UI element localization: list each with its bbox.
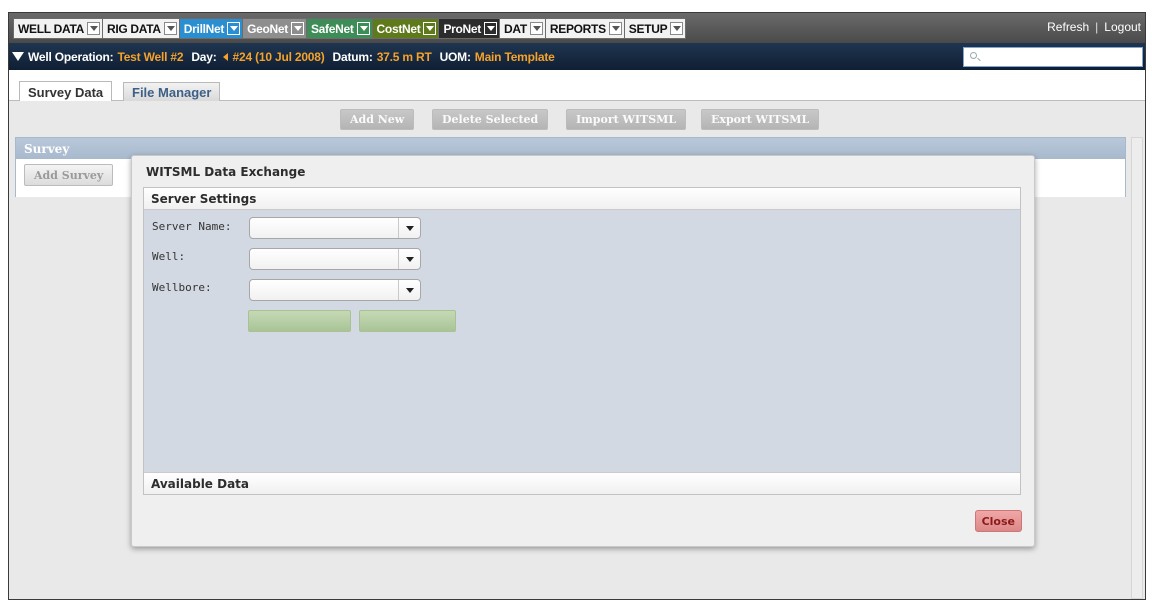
main-menu: WELL DATA RIG DATA DrillNet GeoNet SafeN… [13, 18, 687, 39]
menu-label: DrillNet [183, 21, 225, 36]
search-input[interactable] [963, 47, 1143, 67]
search-icon [970, 52, 977, 59]
chevron-down-icon[interactable] [290, 22, 304, 35]
menu-costnet[interactable]: CostNet [371, 18, 440, 39]
export-witsml-button[interactable]: Export WITSML [701, 109, 820, 130]
menu-label: DAT [504, 21, 527, 36]
well-operation-value[interactable]: Test Well #2 [117, 50, 183, 64]
witsml-data-exchange-dialog: WITSML Data Exchange Server Settings Ser… [131, 155, 1035, 547]
uom-label: UOM: [439, 49, 471, 64]
previous-day-icon[interactable] [222, 52, 228, 61]
chevron-down-icon[interactable] [227, 22, 241, 35]
filter-icon[interactable] [12, 52, 24, 61]
menu-label: GeoNet [247, 21, 288, 36]
chevron-down-icon[interactable] [398, 280, 420, 300]
top-menu-bar: WELL DATA RIG DATA DrillNet GeoNet SafeN… [9, 13, 1145, 43]
menu-well-data[interactable]: WELL DATA [13, 18, 103, 39]
tab-strip: Survey Data File Manager [9, 70, 1145, 103]
well-operation-label: Well Operation: [28, 49, 114, 64]
scroll-down-icon[interactable] [1133, 586, 1141, 596]
chevron-down-icon[interactable] [398, 218, 420, 238]
chevron-down-icon[interactable] [356, 22, 370, 35]
menu-label: SETUP [628, 21, 668, 36]
add-new-button[interactable]: Add New [340, 109, 415, 130]
menu-reports[interactable]: REPORTS [544, 18, 625, 39]
server-action-button-1[interactable] [248, 310, 351, 332]
server-name-label: Server Name: [152, 220, 232, 233]
menu-setup[interactable]: SETUP [623, 18, 687, 39]
delete-selected-button[interactable]: Delete Selected [432, 109, 549, 130]
import-witsml-button[interactable]: Import WITSML [566, 109, 687, 130]
menu-geonet[interactable]: GeoNet [242, 18, 307, 39]
server-name-select[interactable] [249, 217, 421, 239]
app-window: WELL DATA RIG DATA DrillNet GeoNet SafeN… [8, 12, 1146, 600]
chevron-down-icon[interactable] [423, 22, 437, 35]
server-settings-panel: Server Settings Server Name: Well: Wellb… [143, 187, 1021, 495]
menu-pronet[interactable]: ProNet [438, 18, 500, 39]
day-label: Day: [191, 49, 217, 64]
dialog-title: WITSML Data Exchange [146, 165, 306, 179]
datum-label: Datum: [332, 49, 373, 64]
menu-drillnet[interactable]: DrillNet [178, 18, 244, 39]
top-links: Refresh | Logout [1047, 20, 1141, 34]
server-action-button-2[interactable] [359, 310, 456, 332]
operation-bar: Well Operation: Test Well #2 Day: #24 (1… [9, 43, 1145, 70]
chevron-down-icon[interactable] [670, 22, 684, 35]
add-survey-button[interactable]: Add Survey [24, 164, 114, 186]
menu-dat[interactable]: DAT [499, 18, 546, 39]
logout-link[interactable]: Logout [1104, 20, 1141, 34]
menu-safenet[interactable]: SafeNet [305, 18, 373, 39]
datum-value: 37.5 m RT [376, 49, 432, 64]
well-label: Well: [152, 250, 186, 263]
refresh-link[interactable]: Refresh [1047, 20, 1089, 34]
close-button[interactable]: Close [974, 510, 1022, 532]
chevron-down-icon[interactable] [608, 22, 622, 35]
chevron-down-icon[interactable] [86, 22, 100, 35]
menu-label: ProNet [443, 21, 481, 36]
menu-label: REPORTS [549, 21, 606, 36]
menu-label: SafeNet [310, 21, 354, 36]
link-separator: | [1095, 20, 1099, 34]
chevron-down-icon[interactable] [484, 22, 497, 35]
menu-label: CostNet [376, 21, 421, 36]
server-settings-header: Server Settings [144, 188, 1020, 210]
chevron-down-icon[interactable] [529, 22, 543, 35]
day-value[interactable]: #24 (10 Jul 2008) [233, 50, 325, 64]
tab-file-manager[interactable]: File Manager [123, 82, 221, 102]
menu-label: RIG DATA [106, 21, 161, 36]
available-data-header[interactable]: Available Data [144, 472, 1020, 494]
uom-value[interactable]: Main Template [475, 50, 555, 64]
scroll-up-icon[interactable] [1133, 140, 1141, 150]
menu-label: WELL DATA [18, 21, 84, 36]
wellbore-label: Wellbore: [152, 281, 212, 294]
menu-rig-data[interactable]: RIG DATA [101, 18, 180, 39]
tab-survey-data[interactable]: Survey Data [19, 81, 113, 103]
chevron-down-icon[interactable] [398, 249, 420, 269]
vertical-scrollbar[interactable] [1131, 137, 1143, 599]
wellbore-select[interactable] [249, 279, 421, 301]
chevron-down-icon[interactable] [163, 22, 177, 35]
well-select[interactable] [249, 248, 421, 270]
